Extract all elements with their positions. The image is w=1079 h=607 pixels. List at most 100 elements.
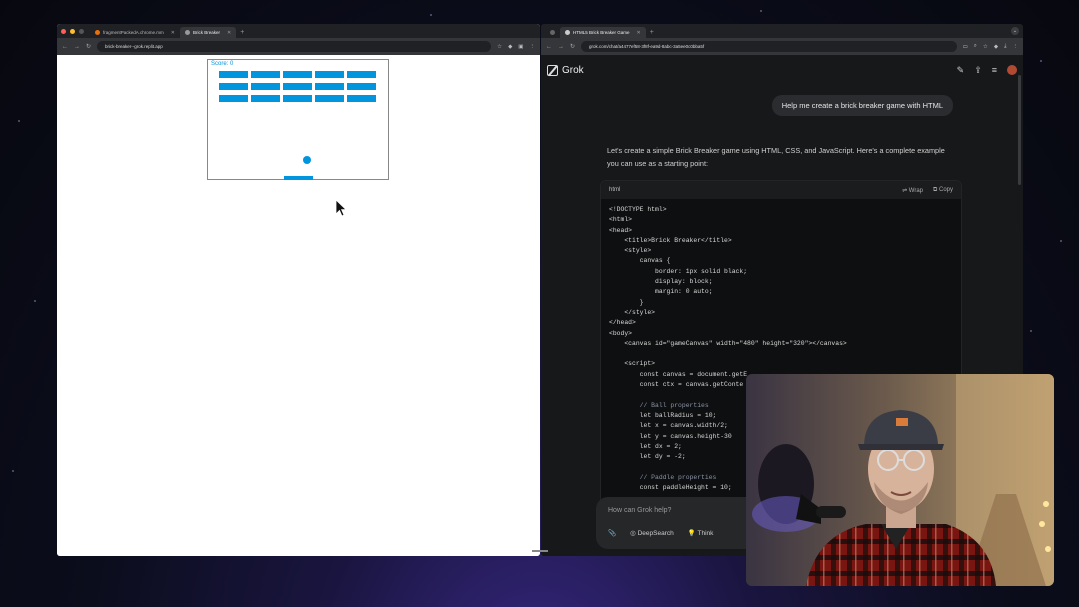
tab-label: fragmentPackedA.chrome.mm [103, 30, 164, 35]
paddle[interactable] [284, 176, 313, 180]
user-message: Help me create a brick breaker game with… [771, 95, 953, 116]
reload-icon[interactable]: ↻ [86, 43, 91, 50]
code-line: <body> [609, 329, 633, 337]
close-tab-icon[interactable]: ✕ [227, 30, 231, 36]
extension-icon[interactable]: ◆ [508, 44, 512, 50]
scrollbar[interactable] [1018, 75, 1021, 185]
think-label: Think [697, 530, 714, 537]
webcam-person-image [746, 374, 1054, 586]
brick [347, 95, 376, 102]
brick [315, 71, 344, 78]
tab-pinned[interactable] [545, 27, 560, 38]
url-input[interactable]: brick-breaker--grok.replit.app [97, 41, 492, 52]
close-tab-icon[interactable]: ✕ [171, 30, 175, 36]
close-window-icon[interactable] [61, 28, 66, 34]
url-input[interactable]: grok.com/chat/a4477ef58-3f8f-ea9d-8abc-3… [581, 41, 957, 52]
grok-header: Grok ✎ ⇪ ≡ [541, 55, 1023, 85]
window-divider[interactable] [532, 550, 548, 552]
brick [219, 71, 248, 78]
ball [303, 156, 311, 164]
code-line: </style> [609, 308, 656, 316]
wrap-label: Wrap [908, 187, 924, 194]
tab-fragment[interactable]: fragmentPackedA.chrome.mm ✕ [90, 27, 180, 38]
brick [283, 95, 312, 102]
game-canvas[interactable]: Score: 0 [207, 59, 389, 180]
browser-window-left: fragmentPackedA.chrome.mm ✕ Brick Breake… [57, 24, 540, 556]
brick [347, 83, 376, 90]
code-line: <head> [609, 226, 633, 234]
zoom-icon[interactable]: ⌕ [974, 43, 977, 50]
new-tab-icon[interactable]: + [240, 27, 244, 38]
brick [283, 71, 312, 78]
brick [315, 83, 344, 90]
tab-search-icon[interactable]: ⌄ [1011, 27, 1019, 35]
code-line: } [609, 298, 644, 306]
tab-bar: fragmentPackedA.chrome.mm ✕ Brick Breake… [57, 24, 540, 38]
edit-icon[interactable]: ✎ [957, 65, 965, 76]
extensions-puzzle-icon[interactable]: ▣ [518, 44, 523, 50]
avatar[interactable] [1007, 65, 1017, 75]
tab-label: HTML5 Brick Breaker Game [573, 30, 630, 35]
menu-icon[interactable]: ⋮ [530, 44, 536, 50]
address-bar-row: ← → ↻ brick-breaker--grok.replit.app ☆ ◆… [57, 38, 540, 55]
copy-button[interactable]: ⧉ Copy [933, 187, 953, 194]
deepsearch-label: DeepSearch [637, 530, 674, 537]
extension-icon[interactable]: ◆ [994, 44, 998, 50]
wrap-button[interactable]: ⇌ Wrap [902, 187, 923, 194]
share-icon[interactable]: ⇪ [974, 65, 982, 76]
forward-icon[interactable]: → [558, 44, 564, 50]
chat-input[interactable]: How can Grok help? [608, 507, 671, 514]
code-line: display: block; [609, 278, 713, 286]
code-line: <canvas id="gameCanvas" width="480" heig… [609, 339, 847, 347]
brick [347, 71, 376, 78]
star-icon[interactable]: ☆ [983, 44, 988, 50]
attach-icon[interactable]: 📎 [608, 529, 616, 537]
tab-favicon-icon [565, 30, 570, 35]
back-icon[interactable]: ← [546, 44, 552, 50]
tab-label: Brick Breaker [192, 30, 220, 35]
composer-actions: 📎 ◎ DeepSearch 💡 Think [608, 529, 713, 537]
url-text: brick-breaker--grok.replit.app [105, 44, 163, 49]
cast-icon[interactable]: ▭ [963, 44, 968, 50]
game-page: Score: 0 [57, 55, 540, 556]
mouse-cursor-icon [335, 199, 347, 217]
assistant-intro: Let's create a simple Brick Breaker game… [607, 146, 945, 168]
minimize-window-icon[interactable] [70, 28, 75, 34]
deepsearch-button[interactable]: ◎ DeepSearch [630, 529, 674, 537]
code-language: html [609, 187, 621, 193]
grok-logo-icon [547, 64, 558, 76]
code-line: border: 1px solid black; [609, 267, 748, 275]
menu-icon[interactable]: ⋮ [1013, 44, 1019, 50]
close-tab-icon[interactable]: ✕ [637, 30, 641, 36]
forward-icon[interactable]: → [74, 44, 80, 50]
webcam-feed [746, 374, 1054, 586]
grok-logo[interactable]: Grok [547, 64, 584, 76]
tab-favicon-icon [184, 30, 190, 35]
code-line: <title>Brick Breaker</title> [609, 236, 732, 244]
code-line: <style> [609, 247, 652, 255]
code-line: </head> [609, 319, 636, 327]
star-icon[interactable]: ☆ [497, 44, 502, 50]
reload-icon[interactable]: ↻ [570, 43, 575, 50]
window-controls [61, 24, 90, 38]
score-label: Score: 0 [211, 61, 234, 67]
address-bar-row: ← → ↻ grok.com/chat/a4477ef58-3f8f-ea9d-… [541, 38, 1023, 55]
back-icon[interactable]: ← [62, 44, 68, 50]
app-name: Grok [562, 64, 584, 76]
history-icon[interactable]: ≡ [992, 65, 997, 75]
code-line: canvas { [609, 257, 671, 265]
brick [251, 83, 280, 90]
code-line: <!DOCTYPE html> [609, 206, 667, 213]
new-tab-icon[interactable]: + [650, 27, 654, 38]
brick [219, 83, 248, 90]
maximize-window-icon[interactable] [79, 28, 84, 34]
brick [251, 71, 280, 78]
tab-favicon-icon [95, 30, 100, 35]
tab-grok[interactable]: HTML5 Brick Breaker Game ✕ [560, 27, 646, 38]
download-icon[interactable]: ⤓ [1004, 43, 1006, 50]
tab-favicon-icon [550, 30, 555, 35]
brick [219, 95, 248, 102]
tab-bar: HTML5 Brick Breaker Game ✕ + ⌄ [541, 24, 1023, 38]
tab-brick-breaker[interactable]: Brick Breaker ✕ [179, 27, 237, 38]
think-button[interactable]: 💡 Think [688, 529, 714, 537]
